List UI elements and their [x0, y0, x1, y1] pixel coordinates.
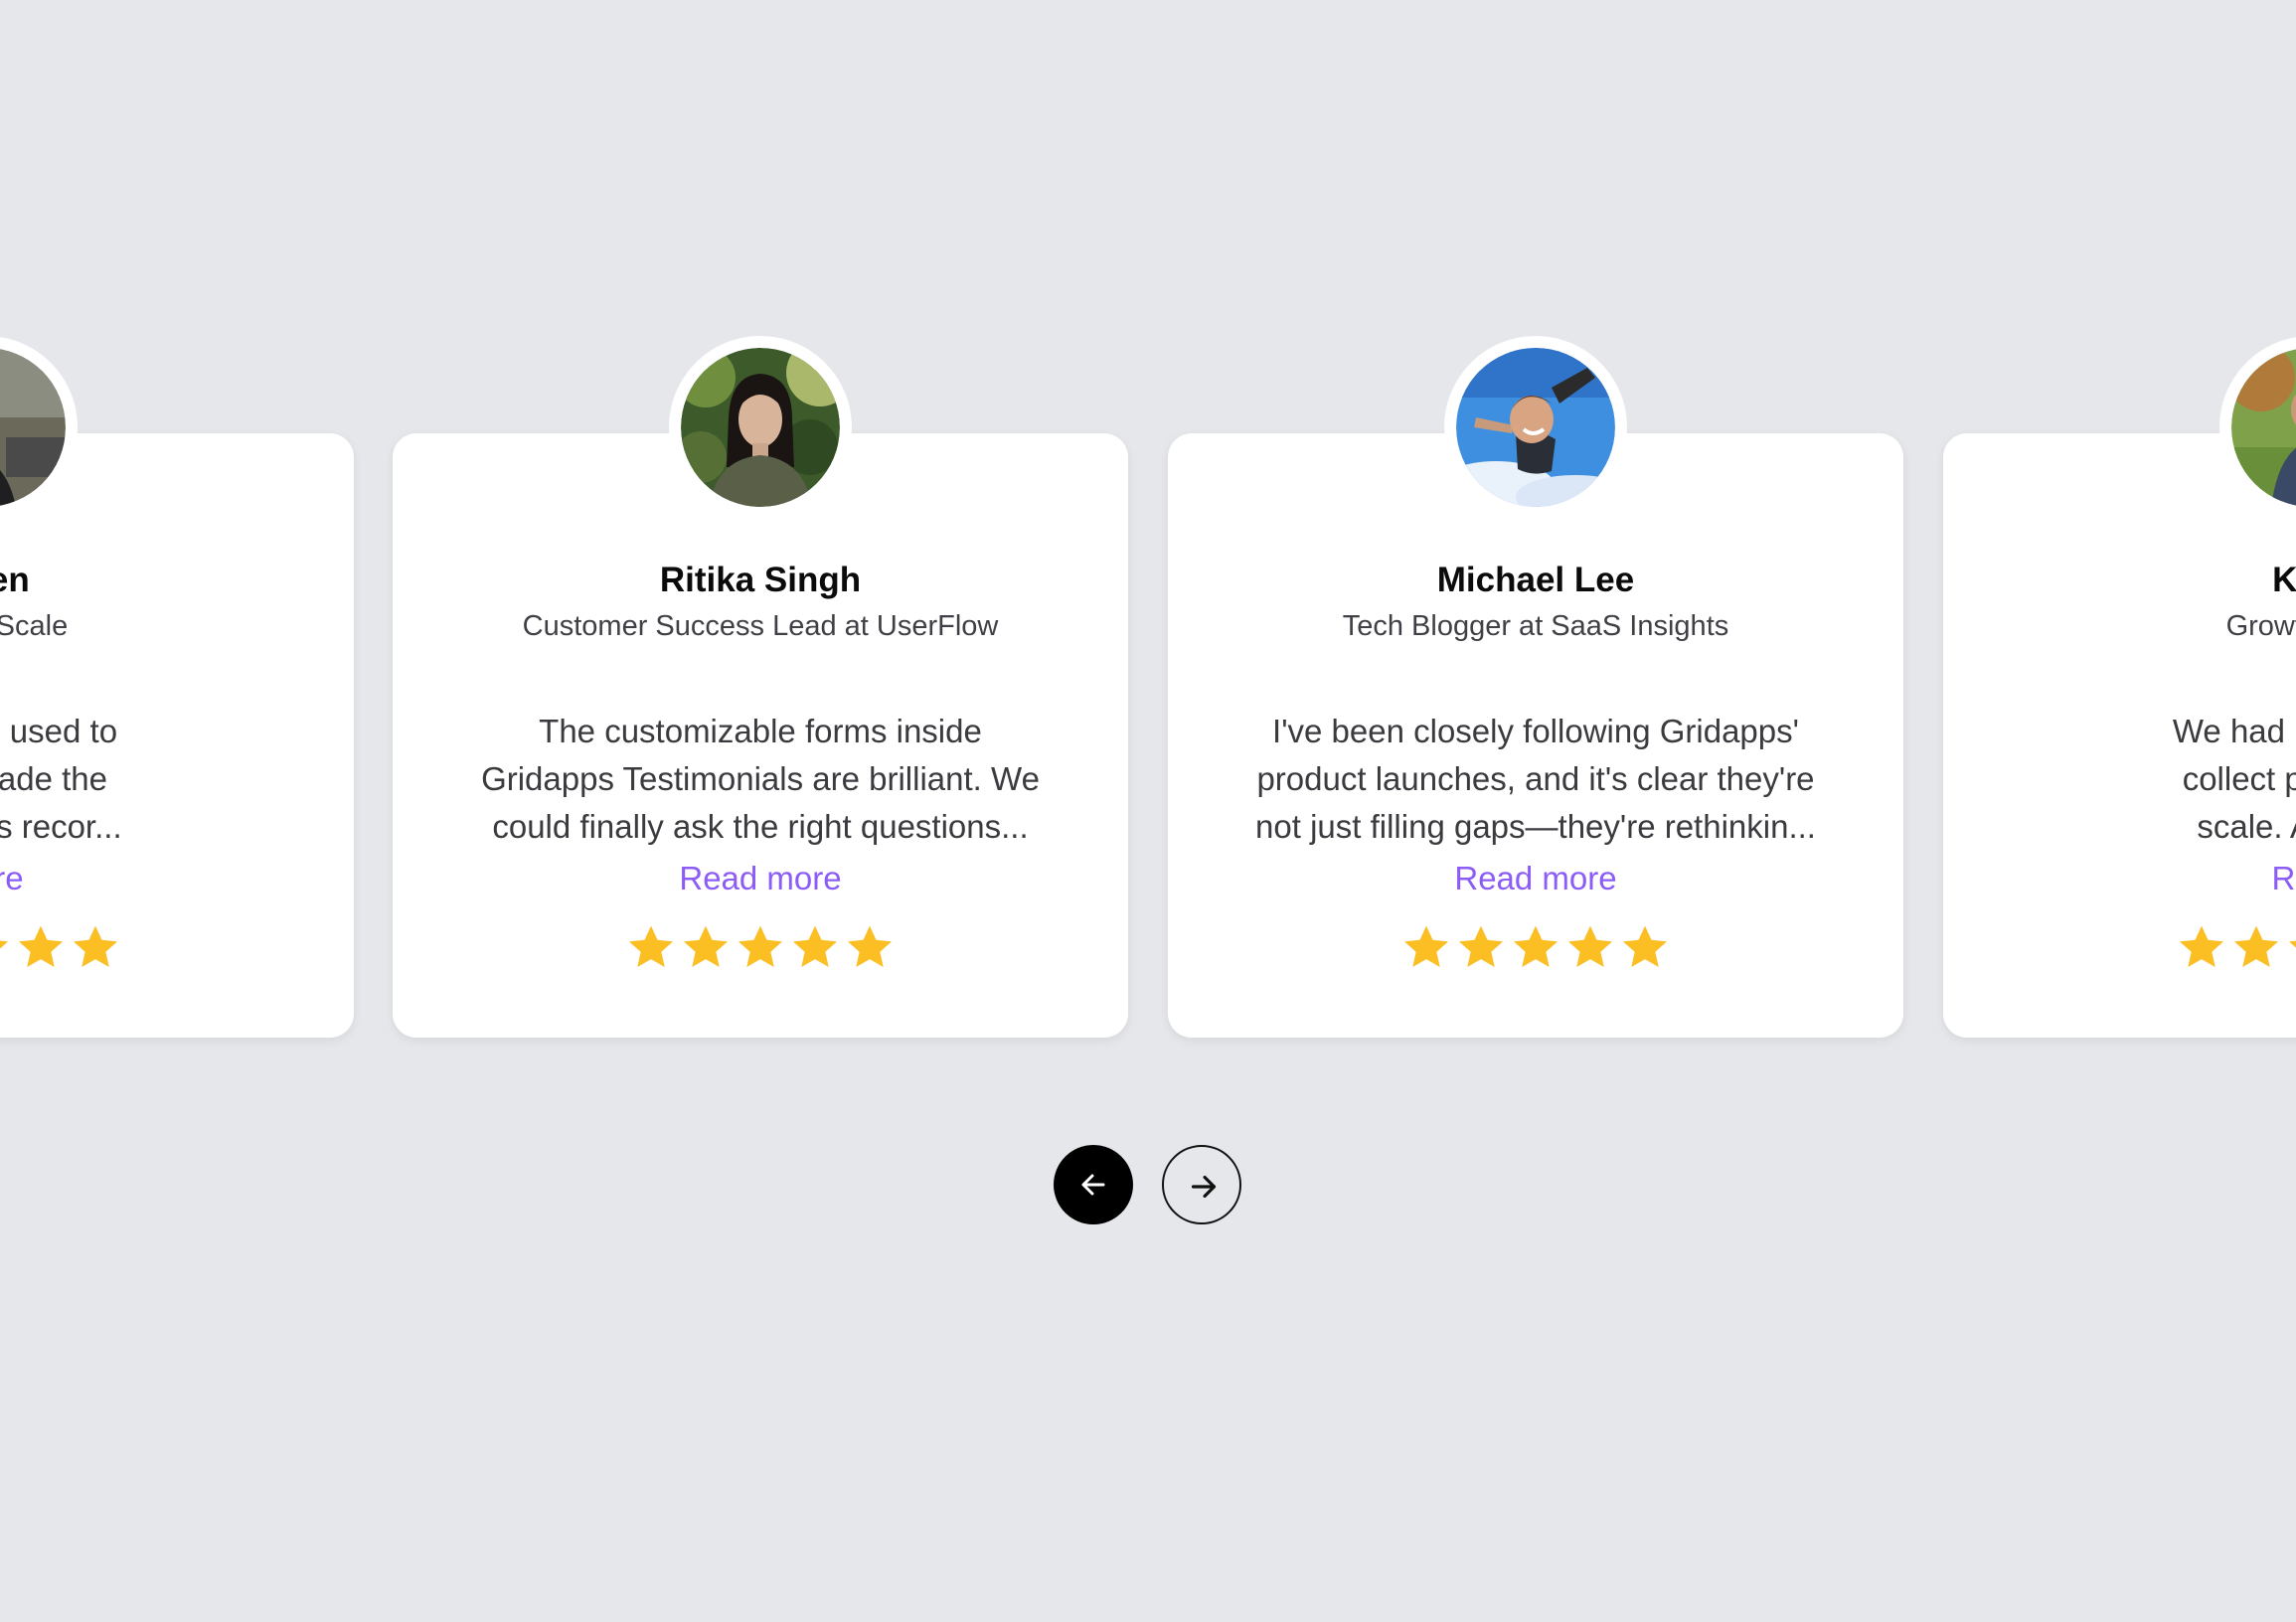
avatar — [681, 348, 840, 507]
quote-line: idapps made the — [0, 760, 107, 797]
testimonial-quote: stimonials used to idapps made the -cust… — [0, 708, 304, 851]
arrow-left-icon — [1081, 1174, 1105, 1196]
star-icon — [2229, 920, 2283, 974]
reviewer-name: Kara — [2272, 561, 2296, 599]
star-icon — [1563, 920, 1617, 974]
star-icon — [2284, 920, 2296, 974]
star-icon — [1454, 920, 1508, 974]
read-more-link[interactable]: Read more — [1168, 860, 1903, 897]
read-more-link[interactable]: Read — [1943, 860, 2296, 897]
avatar-frame — [2219, 336, 2296, 519]
quote-line: stimonials used to — [0, 713, 118, 749]
testimonial-carousel: Chen at NextScale stimonials used to ida… — [0, 0, 2296, 1622]
star-icon — [0, 920, 13, 974]
read-more-link[interactable]: more — [0, 860, 354, 897]
avatar-frame — [0, 336, 78, 519]
star-icon — [843, 920, 897, 974]
quote-line: The customizable forms inside — [539, 713, 982, 749]
star-icon — [734, 920, 787, 974]
quote-line: product launches, and it's clear they're — [1256, 760, 1815, 797]
reviewer-name: Ritika Singh — [659, 561, 862, 599]
star-icon — [679, 920, 733, 974]
testimonial-card: Chen at NextScale stimonials used to ida… — [0, 336, 354, 1038]
star-icon — [1509, 920, 1562, 974]
avatar — [0, 348, 66, 507]
quote-line: We had been strug — [2172, 713, 2296, 749]
quote-line: Gridapps Testimonials are brilliant. We — [481, 760, 1040, 797]
star-icon — [624, 920, 678, 974]
testimonial-card: Michael Lee Tech Blogger at SaaS Insight… — [1168, 336, 1903, 1038]
reviewer-role: Customer Success Lead at UserFlow — [522, 610, 999, 642]
testimonial-quote: We had been strug collect proper cus sca… — [1993, 708, 2296, 851]
quote-line: collect proper cus — [2182, 760, 2296, 797]
star-icon — [14, 920, 68, 974]
next-slide-button[interactable] — [1162, 1145, 1241, 1224]
quote-line: -customers recor... — [0, 808, 122, 845]
avatar — [2231, 348, 2296, 507]
reviewer-role: Tech Blogger at SaaS Insights — [1342, 610, 1729, 642]
quote-line: not just filling gaps—they're rethinkin.… — [1255, 808, 1816, 845]
avatar-frame — [1444, 336, 1627, 519]
star-rating — [0, 920, 354, 974]
quote-line: scale. After swit — [2197, 808, 2296, 845]
prev-slide-button[interactable] — [1054, 1145, 1133, 1224]
reviewer-name: Michael Lee — [1436, 561, 1635, 599]
testimonial-card: Ritika Singh Customer Success Lead at Us… — [393, 336, 1128, 1038]
testimonial-card: Kara Growth Head We had been strug colle… — [1943, 336, 2296, 1038]
testimonial-quote: The customizable forms inside Gridapps T… — [442, 708, 1078, 851]
testimonial-quote: I've been closely following Gridapps' pr… — [1218, 708, 1854, 851]
star-icon — [788, 920, 842, 974]
star-rating — [1168, 920, 1903, 974]
star-rating — [393, 920, 1128, 974]
star-rating — [1943, 920, 2296, 974]
read-more-link[interactable]: Read more — [393, 860, 1128, 897]
reviewer-name: Chen — [0, 561, 30, 599]
quote-line: could finally ask the right questions... — [492, 808, 1029, 845]
star-icon — [1399, 920, 1453, 974]
reviewer-role: Growth Head — [2225, 610, 2296, 642]
star-icon — [2175, 920, 2228, 974]
arrow-right-icon — [1191, 1175, 1217, 1199]
star-icon — [69, 920, 122, 974]
carousel-track: Chen at NextScale stimonials used to ida… — [0, 0, 2296, 1622]
avatar-frame — [669, 336, 852, 519]
avatar — [1456, 348, 1615, 507]
reviewer-role: at NextScale — [0, 610, 69, 642]
quote-line: I've been closely following Gridapps' — [1272, 713, 1799, 749]
star-icon — [1618, 920, 1672, 974]
